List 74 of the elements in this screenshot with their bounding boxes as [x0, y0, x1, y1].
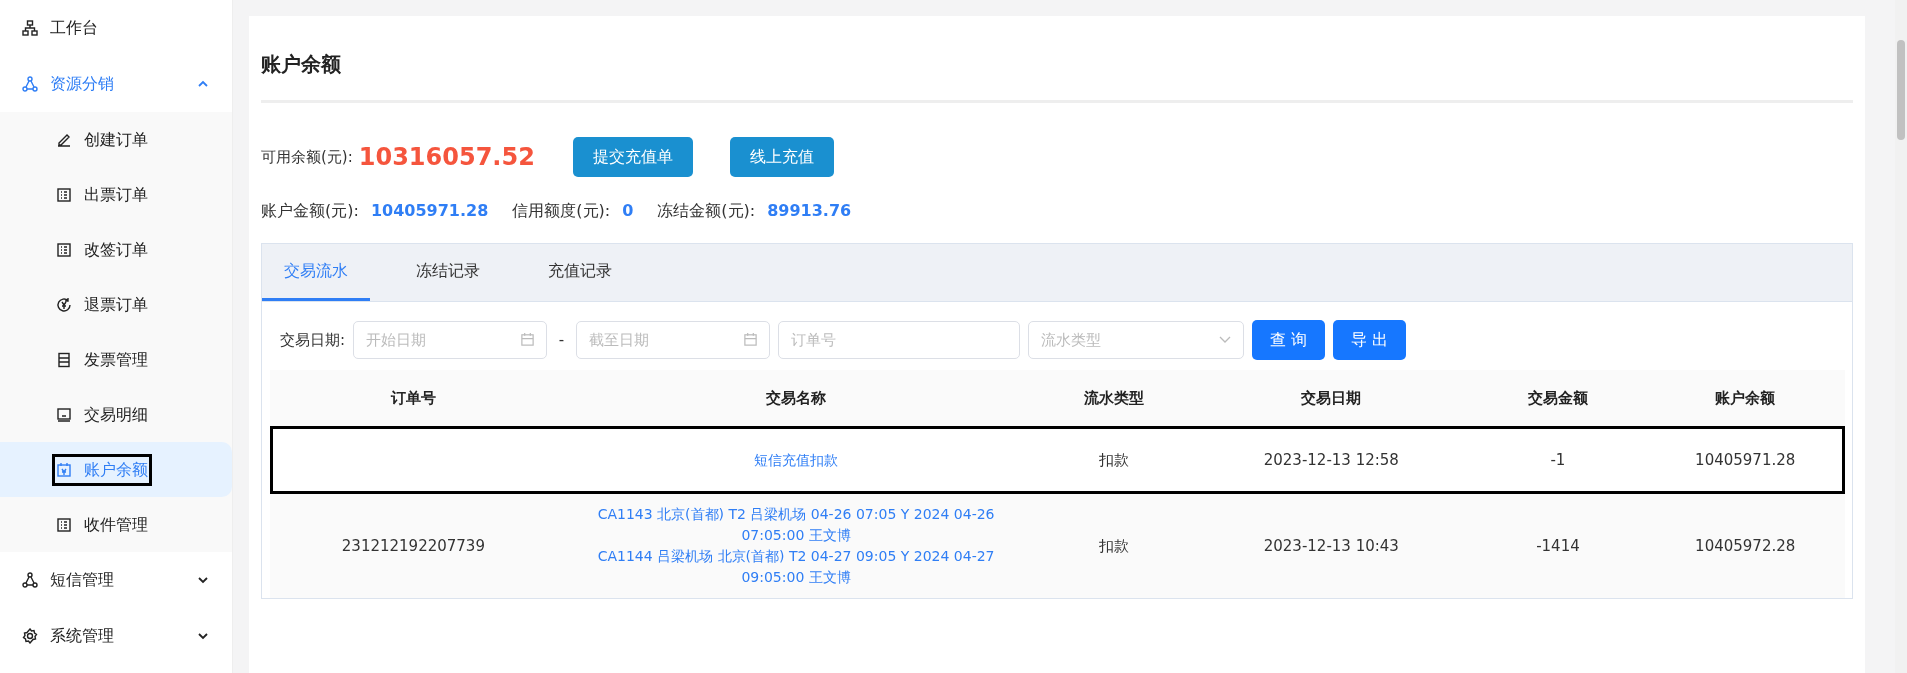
submenu-label: 发票管理 [84, 348, 148, 371]
transaction-name-link[interactable]: CA1143 北京(首都) T2 吕梁机场 04-26 07:05 Y 2024 04-26 07:05:00 王文博 [563, 504, 1029, 546]
flow-type-select[interactable]: 流水类型 [1028, 321, 1244, 359]
query-button[interactable]: 查 询 [1252, 320, 1326, 360]
submenu-item[interactable]: 交易明细 [0, 387, 232, 442]
column-header: 订单号 [269, 370, 558, 426]
stat-label: 账户金额(元): [261, 200, 359, 222]
table-cell: 扣款 [1034, 426, 1193, 494]
column-header: 交易名称 [557, 370, 1035, 426]
available-balance: 10316057.52 [358, 142, 535, 173]
list-icon [56, 241, 72, 258]
date-label: 交易日期: [280, 329, 346, 351]
monitor-icon [56, 406, 72, 423]
submenu-label: 收件管理 [84, 513, 148, 536]
online-recharge-button[interactable]: 线上充值 [729, 137, 834, 177]
document-icon [56, 351, 72, 368]
available-label: 可用余额(元): [261, 146, 353, 168]
yen-calendar-icon [56, 461, 72, 478]
order-number-field[interactable]: 订单号 [778, 321, 1020, 359]
submenu-item[interactable]: 退票订单 [0, 277, 232, 332]
submenu-label: 账户余额 [84, 458, 148, 481]
column-header: 交易日期 [1192, 370, 1470, 426]
submenu-label: 退票订单 [84, 293, 148, 316]
table-cell: 10405972.28 [1645, 494, 1845, 598]
calendar-icon [743, 332, 758, 347]
menu-item[interactable]: 系统管理 [50, 624, 114, 648]
tab[interactable]: 充值记录 [526, 244, 634, 301]
transaction-name-link[interactable]: CA1144 吕梁机场 北京(首都) T2 04-27 09:05 Y 2024 04-27 09:05:00 王文博 [563, 546, 1029, 588]
nodes-icon [22, 76, 38, 92]
submenu-label: 创建订单 [84, 128, 148, 151]
submenu-item[interactable]: 发票管理 [0, 332, 232, 387]
table-cell: -1414 [1469, 494, 1646, 598]
yen-refresh-icon [56, 296, 72, 313]
stat-value: 89913.76 [767, 200, 852, 222]
tab[interactable]: 交易流水 [262, 244, 370, 301]
column-header: 流水类型 [1034, 370, 1193, 426]
table-cell: -1 [1469, 426, 1646, 494]
sitemap-icon [22, 20, 38, 36]
start-date-field[interactable]: 开始日期 [353, 321, 548, 359]
stat-label: 冻结金额(元): [657, 200, 756, 222]
submenu-item[interactable]: 收件管理 [0, 497, 232, 552]
submenu-item[interactable]: 账户余额 [0, 442, 232, 497]
submit-recharge-button[interactable]: 提交充值单 [572, 137, 693, 177]
end-date-field[interactable]: 截至日期 [576, 321, 770, 359]
menu-item[interactable]: 短信管理 [50, 568, 114, 592]
submenu-item[interactable]: 出票订单 [0, 167, 232, 222]
submenu-item[interactable]: 创建订单 [0, 112, 232, 167]
table-cell: 扣款 [1034, 494, 1193, 598]
menu-item[interactable]: 资源分销 [50, 72, 114, 96]
date-separator: - [557, 329, 566, 351]
table-cell: 231212192207739 [269, 494, 558, 598]
export-button[interactable]: 导 出 [1333, 320, 1407, 360]
scrollbar-thumb[interactable] [1897, 40, 1905, 140]
submenu-label: 出票订单 [84, 183, 148, 206]
table-cell: 2023-12-13 10:43 [1192, 494, 1470, 598]
nodes-icon [22, 572, 38, 588]
table-cell: 10405971.28 [1645, 426, 1845, 494]
table-cell: 2023-12-13 12:58 [1192, 426, 1470, 494]
calendar-icon [520, 332, 536, 347]
submenu-label: 改签订单 [84, 238, 148, 261]
list-icon [56, 186, 72, 203]
stat-label: 信用额度(元): [512, 200, 611, 222]
submenu-item[interactable]: 改签订单 [0, 222, 232, 277]
stat-value: 10405971.28 [370, 200, 489, 222]
settings-icon [22, 628, 38, 644]
submenu-label: 交易明细 [84, 403, 148, 426]
menu-item[interactable]: 工作台 [50, 16, 98, 40]
column-header: 账户余额 [1645, 370, 1845, 426]
list-icon [56, 516, 72, 533]
column-header: 交易金额 [1469, 370, 1646, 426]
stat-value: 0 [622, 200, 634, 222]
page-title: 账户余额 [261, 52, 1853, 103]
transaction-name-link[interactable]: 短信充值扣款 [563, 449, 1029, 471]
tab[interactable]: 冻结记录 [394, 244, 502, 301]
